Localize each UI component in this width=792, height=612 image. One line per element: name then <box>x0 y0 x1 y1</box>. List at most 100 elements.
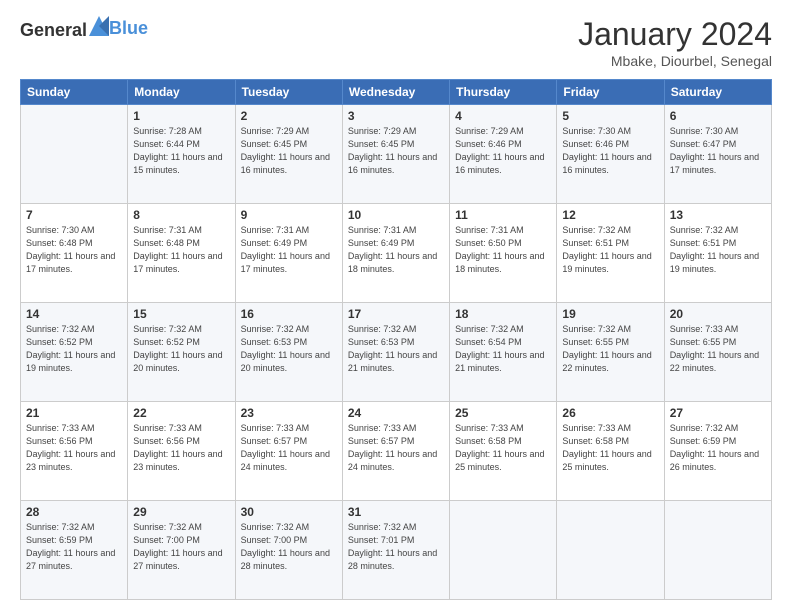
day-number: 15 <box>133 307 229 321</box>
day-info: Sunrise: 7:32 AM Sunset: 6:55 PM Dayligh… <box>562 323 658 375</box>
day-number: 10 <box>348 208 444 222</box>
day-info: Sunrise: 7:31 AM Sunset: 6:49 PM Dayligh… <box>241 224 337 276</box>
day-number: 8 <box>133 208 229 222</box>
table-cell: 9 Sunrise: 7:31 AM Sunset: 6:49 PM Daylig… <box>235 204 342 303</box>
day-info: Sunrise: 7:32 AM Sunset: 6:53 PM Dayligh… <box>241 323 337 375</box>
day-info: Sunrise: 7:32 AM Sunset: 7:00 PM Dayligh… <box>241 521 337 573</box>
day-info: Sunrise: 7:31 AM Sunset: 6:48 PM Dayligh… <box>133 224 229 276</box>
table-cell: 12 Sunrise: 7:32 AM Sunset: 6:51 PM Dayli… <box>557 204 664 303</box>
calendar-table: Sunday Monday Tuesday Wednesday Thursday… <box>20 79 772 600</box>
day-info: Sunrise: 7:32 AM Sunset: 7:01 PM Dayligh… <box>348 521 444 573</box>
day-info: Sunrise: 7:30 AM Sunset: 6:48 PM Dayligh… <box>26 224 122 276</box>
day-info: Sunrise: 7:33 AM Sunset: 6:58 PM Dayligh… <box>562 422 658 474</box>
day-info: Sunrise: 7:32 AM Sunset: 6:54 PM Dayligh… <box>455 323 551 375</box>
table-cell: 26 Sunrise: 7:33 AM Sunset: 6:58 PM Dayli… <box>557 402 664 501</box>
table-row: 7 Sunrise: 7:30 AM Sunset: 6:48 PM Daylig… <box>21 204 772 303</box>
table-row: 28Sunrise: 7:32 AM Sunset: 6:59 PM Dayli… <box>21 501 772 600</box>
page: General Blue January 2024 Mbake, Diourbe… <box>0 0 792 612</box>
day-number: 16 <box>241 307 337 321</box>
day-number: 29 <box>133 505 229 519</box>
table-cell: 17 Sunrise: 7:32 AM Sunset: 6:53 PM Dayli… <box>342 303 449 402</box>
day-info: Sunrise: 7:32 AM Sunset: 7:00 PM Dayligh… <box>133 521 229 573</box>
table-row: 21 Sunrise: 7:33 AM Sunset: 6:56 PM Dayli… <box>21 402 772 501</box>
logo-icon <box>89 16 109 36</box>
header: General Blue January 2024 Mbake, Diourbe… <box>20 16 772 69</box>
day-info: Sunrise: 7:30 AM Sunset: 6:47 PM Dayligh… <box>670 125 766 177</box>
logo-general-text: General <box>20 20 87 40</box>
day-number: 21 <box>26 406 122 420</box>
col-monday: Monday <box>128 80 235 105</box>
day-info: Sunrise: 7:31 AM Sunset: 6:49 PM Dayligh… <box>348 224 444 276</box>
col-sunday: Sunday <box>21 80 128 105</box>
day-number: 9 <box>241 208 337 222</box>
day-info: Sunrise: 7:29 AM Sunset: 6:45 PM Dayligh… <box>348 125 444 177</box>
table-cell: 29 Sunrise: 7:32 AM Sunset: 7:00 PM Dayli… <box>128 501 235 600</box>
table-cell: 11Sunrise: 7:31 AM Sunset: 6:50 PM Dayli… <box>450 204 557 303</box>
day-number: 4 <box>455 109 551 123</box>
day-number: 26 <box>562 406 658 420</box>
table-cell: 25 Sunrise: 7:33 AM Sunset: 6:58 PM Dayli… <box>450 402 557 501</box>
header-row: Sunday Monday Tuesday Wednesday Thursday… <box>21 80 772 105</box>
table-cell: 6 Sunrise: 7:30 AM Sunset: 6:47 PM Daylig… <box>664 105 771 204</box>
day-info: Sunrise: 7:33 AM Sunset: 6:56 PM Dayligh… <box>26 422 122 474</box>
day-number: 22 <box>133 406 229 420</box>
table-row: 14Sunrise: 7:32 AM Sunset: 6:52 PM Dayli… <box>21 303 772 402</box>
table-cell: 13 Sunrise: 7:32 AM Sunset: 6:51 PM Dayli… <box>664 204 771 303</box>
day-number: 11 <box>455 208 551 222</box>
day-info: Sunrise: 7:29 AM Sunset: 6:45 PM Dayligh… <box>241 125 337 177</box>
day-number: 6 <box>670 109 766 123</box>
title-block: January 2024 Mbake, Diourbel, Senegal <box>578 16 772 69</box>
col-friday: Friday <box>557 80 664 105</box>
table-cell: 19Sunrise: 7:32 AM Sunset: 6:55 PM Dayli… <box>557 303 664 402</box>
day-number: 24 <box>348 406 444 420</box>
table-cell: 22 Sunrise: 7:33 AM Sunset: 6:56 PM Dayli… <box>128 402 235 501</box>
table-cell: 7 Sunrise: 7:30 AM Sunset: 6:48 PM Daylig… <box>21 204 128 303</box>
table-cell <box>557 501 664 600</box>
day-number: 18 <box>455 307 551 321</box>
table-cell: 18 Sunrise: 7:32 AM Sunset: 6:54 PM Dayli… <box>450 303 557 402</box>
day-info: Sunrise: 7:32 AM Sunset: 6:51 PM Dayligh… <box>670 224 766 276</box>
table-cell: 2 Sunrise: 7:29 AM Sunset: 6:45 PM Daylig… <box>235 105 342 204</box>
day-info: Sunrise: 7:33 AM Sunset: 6:56 PM Dayligh… <box>133 422 229 474</box>
day-number: 17 <box>348 307 444 321</box>
day-number: 3 <box>348 109 444 123</box>
day-number: 13 <box>670 208 766 222</box>
day-number: 2 <box>241 109 337 123</box>
table-row: 1 Sunrise: 7:28 AM Sunset: 6:44 PM Daylig… <box>21 105 772 204</box>
day-number: 5 <box>562 109 658 123</box>
day-info: Sunrise: 7:33 AM Sunset: 6:57 PM Dayligh… <box>348 422 444 474</box>
day-number: 23 <box>241 406 337 420</box>
day-info: Sunrise: 7:33 AM Sunset: 6:55 PM Dayligh… <box>670 323 766 375</box>
table-cell: 28Sunrise: 7:32 AM Sunset: 6:59 PM Dayli… <box>21 501 128 600</box>
table-cell: 31 Sunrise: 7:32 AM Sunset: 7:01 PM Dayli… <box>342 501 449 600</box>
day-info: Sunrise: 7:32 AM Sunset: 6:52 PM Dayligh… <box>26 323 122 375</box>
day-number: 1 <box>133 109 229 123</box>
table-cell: 8 Sunrise: 7:31 AM Sunset: 6:48 PM Daylig… <box>128 204 235 303</box>
col-tuesday: Tuesday <box>235 80 342 105</box>
day-info: Sunrise: 7:32 AM Sunset: 6:59 PM Dayligh… <box>670 422 766 474</box>
table-cell: 20Sunrise: 7:33 AM Sunset: 6:55 PM Dayli… <box>664 303 771 402</box>
table-cell <box>450 501 557 600</box>
day-number: 30 <box>241 505 337 519</box>
day-info: Sunrise: 7:33 AM Sunset: 6:58 PM Dayligh… <box>455 422 551 474</box>
day-number: 7 <box>26 208 122 222</box>
day-number: 27 <box>670 406 766 420</box>
day-info: Sunrise: 7:32 AM Sunset: 6:51 PM Dayligh… <box>562 224 658 276</box>
table-cell: 5Sunrise: 7:30 AM Sunset: 6:46 PM Daylig… <box>557 105 664 204</box>
day-info: Sunrise: 7:33 AM Sunset: 6:57 PM Dayligh… <box>241 422 337 474</box>
day-info: Sunrise: 7:28 AM Sunset: 6:44 PM Dayligh… <box>133 125 229 177</box>
day-number: 12 <box>562 208 658 222</box>
col-saturday: Saturday <box>664 80 771 105</box>
logo: General Blue <box>20 16 148 41</box>
table-cell: 21 Sunrise: 7:33 AM Sunset: 6:56 PM Dayli… <box>21 402 128 501</box>
table-cell: 30 Sunrise: 7:32 AM Sunset: 7:00 PM Dayli… <box>235 501 342 600</box>
day-info: Sunrise: 7:32 AM Sunset: 6:53 PM Dayligh… <box>348 323 444 375</box>
table-cell: 15Sunrise: 7:32 AM Sunset: 6:52 PM Dayli… <box>128 303 235 402</box>
day-info: Sunrise: 7:29 AM Sunset: 6:46 PM Dayligh… <box>455 125 551 177</box>
day-number: 31 <box>348 505 444 519</box>
table-cell: 1 Sunrise: 7:28 AM Sunset: 6:44 PM Daylig… <box>128 105 235 204</box>
table-cell: 27 Sunrise: 7:32 AM Sunset: 6:59 PM Dayli… <box>664 402 771 501</box>
day-number: 28 <box>26 505 122 519</box>
day-number: 25 <box>455 406 551 420</box>
table-cell: 23 Sunrise: 7:33 AM Sunset: 6:57 PM Dayli… <box>235 402 342 501</box>
